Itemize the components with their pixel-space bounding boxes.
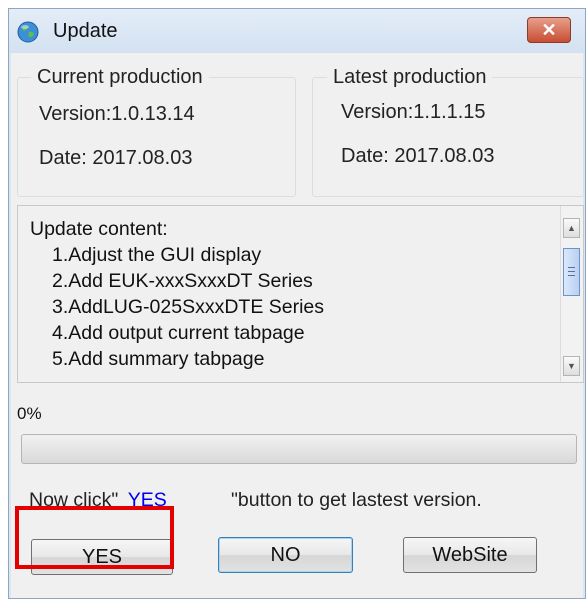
latest-production-heading: Latest production: [327, 66, 493, 89]
update-content-box[interactable]: Update content: 1.Adjust the GUI display…: [17, 205, 584, 383]
latest-version: Version:1.1.1.15: [341, 101, 486, 123]
update-item: 4.Add output current tabpage: [52, 322, 305, 344]
update-item: 1.Adjust the GUI display: [52, 244, 262, 266]
scrollbar-thumb[interactable]: [563, 248, 580, 296]
globe-icon: [17, 21, 39, 43]
window-title: Update: [53, 20, 118, 42]
dialog-body: Current production Version:1.0.13.14 Dat…: [11, 53, 584, 598]
hint-prefix: Now click": [29, 489, 119, 511]
close-icon: ✕: [541, 19, 557, 40]
current-date: Date: 2017.08.03: [39, 147, 193, 169]
no-button[interactable]: NO: [218, 537, 353, 573]
update-dialog: Update ✕ Current production Version:1.0.…: [8, 8, 586, 599]
progress-bar: [21, 434, 577, 464]
update-content-heading: Update content:: [30, 218, 168, 240]
current-version: Version:1.0.13.14: [39, 103, 195, 125]
progress-percent: 0%: [17, 404, 42, 423]
vertical-scrollbar[interactable]: ▲ ▼: [560, 206, 583, 382]
close-button[interactable]: ✕: [527, 17, 571, 43]
latest-date: Date: 2017.08.03: [341, 145, 495, 167]
arrow-up-icon: ▲: [567, 223, 576, 233]
update-item: 5.Add summary tabpage: [52, 348, 265, 370]
yes-button[interactable]: YES: [31, 539, 173, 575]
update-item: 3.AddLUG-025SxxxDTE Series: [52, 296, 325, 318]
current-production-group: Current production Version:1.0.13.14 Dat…: [17, 66, 296, 197]
update-content-text: Update content: 1.Adjust the GUI display…: [30, 216, 324, 372]
hint-text: Now click" YES: [29, 489, 167, 512]
arrow-down-icon: ▼: [567, 361, 576, 371]
title-bar[interactable]: Update ✕: [9, 9, 585, 53]
hint-suffix: "button to get lastest version.: [231, 489, 482, 511]
website-button[interactable]: WebSite: [403, 537, 537, 573]
yes-link[interactable]: YES: [128, 489, 167, 511]
scroll-down-button[interactable]: ▼: [563, 356, 580, 376]
scroll-up-button[interactable]: ▲: [563, 218, 580, 238]
latest-production-group: Latest production Version:1.1.1.15 Date:…: [312, 66, 584, 197]
current-production-heading: Current production: [31, 66, 209, 89]
update-item: 2.Add EUK-xxxSxxxDT Series: [52, 270, 313, 292]
